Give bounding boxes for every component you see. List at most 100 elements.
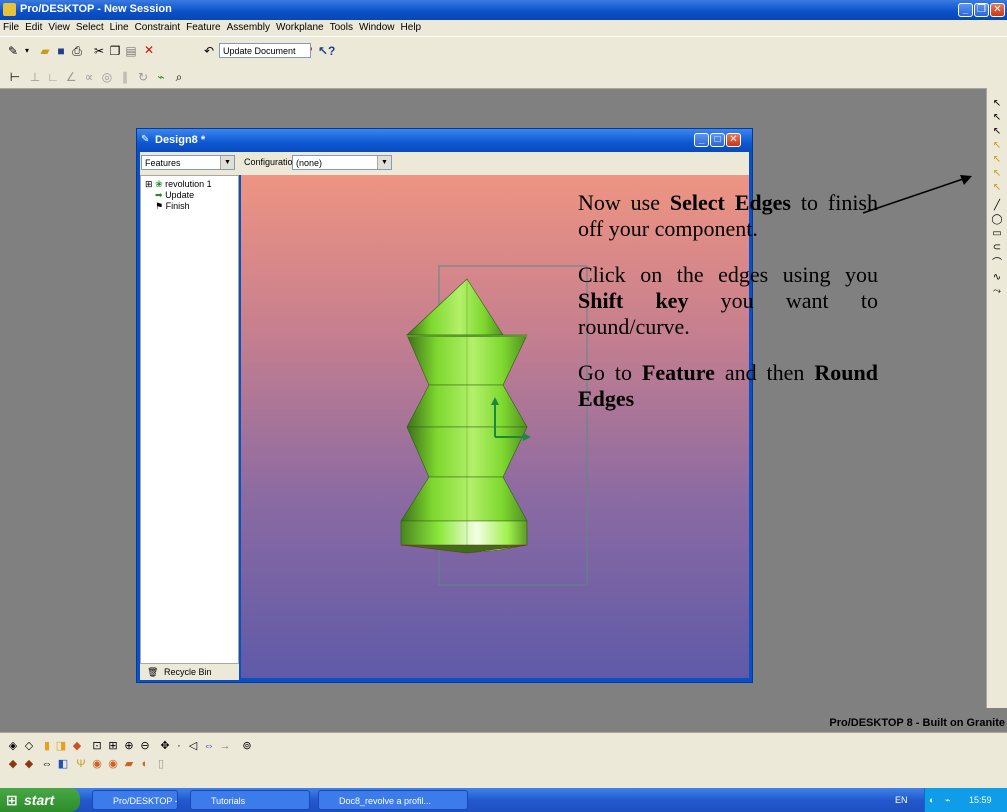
menu-constraint[interactable]: Constraint <box>132 20 184 33</box>
menu-assembly[interactable]: Assembly <box>224 20 273 33</box>
menu-file[interactable]: File <box>0 20 22 33</box>
circle-icon[interactable]: ◯ <box>991 214 1003 226</box>
select-constraints-icon[interactable]: ↖ <box>991 126 1003 138</box>
arc-icon[interactable]: ⌒ <box>991 258 1003 270</box>
select-features-icon[interactable]: ↖ <box>991 140 1003 152</box>
perpendicular-icon[interactable]: ∟ <box>46 70 60 84</box>
body-section-4 <box>400 476 528 522</box>
select-lines-icon[interactable]: ↖ <box>991 112 1003 124</box>
design-close-button[interactable]: ✕ <box>726 133 741 147</box>
cut-icon[interactable]: ✂ <box>92 44 106 58</box>
start-button[interactable]: ⊞ start <box>0 788 80 812</box>
tree-item-update[interactable]: ➡ Update <box>141 190 238 201</box>
menu-line[interactable]: Line <box>107 20 132 33</box>
minimize-button[interactable]: _ <box>958 3 973 17</box>
ellipse-icon[interactable]: ⊂ <box>991 242 1003 254</box>
shell-icon[interactable]: Ψ <box>74 757 88 771</box>
arrow-right-icon[interactable]: → <box>218 739 232 753</box>
view-wire-icon[interactable]: ◇ <box>22 739 36 753</box>
taskbar-item-tutorials[interactable]: Tutorials <box>190 790 310 810</box>
taskbar-item-prodesktop[interactable]: Pro/DESKTOP - New ... <box>92 790 178 810</box>
zoom-window-icon[interactable]: ⊞ <box>106 739 120 753</box>
zoom-icon[interactable]: ⌕ <box>172 70 186 84</box>
select-icon[interactable]: ↖ <box>991 98 1003 110</box>
spline-icon[interactable]: ∿ <box>991 272 1003 284</box>
recycle-bin[interactable]: 🗑 Recycle Bin <box>140 663 239 680</box>
move-icon[interactable]: ⇔ <box>202 739 216 753</box>
undo-icon[interactable]: ↶ <box>202 44 216 58</box>
design-icon: ✎ <box>141 134 150 145</box>
horizontal-icon[interactable]: ⊥ <box>28 70 42 84</box>
mirror-icon[interactable]: ▯ <box>154 757 168 771</box>
restore-button[interactable]: ❐ <box>974 3 989 17</box>
network-icon[interactable]: ⌁ <box>945 788 950 812</box>
design-minimize-button[interactable]: _ <box>694 133 709 147</box>
browser-select[interactable]: Features ▼ <box>141 155 235 170</box>
constraint-icon[interactable]: ⌁ <box>154 70 168 84</box>
loft-icon[interactable]: ◧ <box>56 757 70 771</box>
pattern-icon[interactable]: ◐ <box>138 757 152 771</box>
select-edges-icon[interactable]: ↖ <box>991 168 1003 180</box>
zoom-extents-icon[interactable]: ⊡ <box>90 739 104 753</box>
view-iso-icon[interactable]: ◈ <box>6 739 20 753</box>
rotate-view-icon[interactable]: ◁ <box>186 739 200 753</box>
chamfer-icon[interactable]: ◉ <box>106 757 120 771</box>
menu-edit[interactable]: Edit <box>22 20 45 33</box>
taskbar-item-doc8[interactable]: Doc8_revolve a profil... <box>318 790 468 810</box>
sweep-icon[interactable]: ⇔ <box>40 757 54 771</box>
settings-icon[interactable]: ⊚ <box>240 739 254 753</box>
sketch-pen-icon[interactable]: ✎ <box>6 44 20 58</box>
rotate-icon[interactable]: ↻ <box>136 70 150 84</box>
revolve-icon[interactable]: ◆ <box>22 757 36 771</box>
configuration-value: (none) <box>296 158 323 168</box>
zoom-in-icon[interactable]: ⊕ <box>122 739 136 753</box>
expand-icon[interactable]: ⊞ <box>145 179 153 189</box>
tree-item-finish[interactable]: ⚑ Finish <box>141 201 238 212</box>
brand-label: Pro/DESKTOP 8 - Built on Granite <box>829 717 1005 729</box>
select-vertices-icon[interactable]: ↖ <box>991 182 1003 194</box>
context-help-icon[interactable]: ↖? <box>318 44 335 58</box>
menu-window[interactable]: Window <box>356 20 398 33</box>
draft-icon[interactable]: ▰ <box>122 757 136 771</box>
update-document-field[interactable]: Update Document <box>219 43 311 58</box>
configuration-select[interactable]: (none) ▼ <box>292 155 392 170</box>
delete-icon[interactable]: ✕ <box>142 43 156 57</box>
pointer-arrow-line <box>862 177 967 214</box>
design-maximize-button[interactable]: □ <box>710 133 725 147</box>
menu-help[interactable]: Help <box>398 20 425 33</box>
menu-select[interactable]: Select <box>73 20 107 33</box>
save-icon[interactable]: ■ <box>54 44 68 58</box>
dropdown-arrow-icon[interactable]: ▾ <box>20 44 34 58</box>
view-shaded-icon[interactable]: ▮ <box>40 739 54 753</box>
select-faces-icon[interactable]: ↖ <box>991 154 1003 166</box>
tray-icon[interactable]: ◐ <box>929 788 934 812</box>
instruction-text: Now use Select Edges to finish off your … <box>578 190 878 432</box>
close-button[interactable]: ✕ <box>990 3 1005 17</box>
angle-icon[interactable]: ∠ <box>64 70 78 84</box>
extrude-icon[interactable]: ◆ <box>6 757 20 771</box>
menu-workplane[interactable]: Workplane <box>273 20 327 33</box>
round-icon[interactable]: ◉ <box>90 757 104 771</box>
rectangle-icon[interactable]: ▭ <box>991 228 1003 240</box>
dimension-icon[interactable]: ⊢ <box>8 70 22 84</box>
print-icon[interactable]: ⎙ <box>70 44 84 58</box>
parallel-icon[interactable]: ∥ <box>118 70 132 84</box>
view-design-icon[interactable]: ◆ <box>70 739 84 753</box>
tangent-icon[interactable]: ∝ <box>82 70 96 84</box>
language-indicator[interactable]: EN <box>895 788 908 812</box>
freehand-icon[interactable]: ⤳ <box>991 286 1003 298</box>
zoom-out-icon[interactable]: ⊖ <box>138 739 152 753</box>
concentric-icon[interactable]: ◎ <box>100 70 114 84</box>
sketch-toolbar: ⊢ ⊥ ∟ ∠ ∝ ◎ ∥ ↻ ⌁ ⌕ <box>0 66 1007 89</box>
tree-item-revolution[interactable]: ⊞ ❀ revolution 1 <box>141 176 238 190</box>
dropdown-icon[interactable]: · <box>172 739 186 753</box>
menu-tools[interactable]: Tools <box>327 20 356 33</box>
line-icon[interactable]: ╱ <box>991 200 1003 212</box>
copy-icon[interactable]: ❐ <box>108 44 122 58</box>
paste-icon[interactable]: ▤ <box>124 44 138 58</box>
pan-icon[interactable]: ✥ <box>158 739 172 753</box>
menu-view[interactable]: View <box>45 20 73 33</box>
view-shaded-edges-icon[interactable]: ◨ <box>54 739 68 753</box>
menu-feature[interactable]: Feature <box>183 20 223 33</box>
open-folder-icon[interactable]: ▰ <box>38 44 52 58</box>
